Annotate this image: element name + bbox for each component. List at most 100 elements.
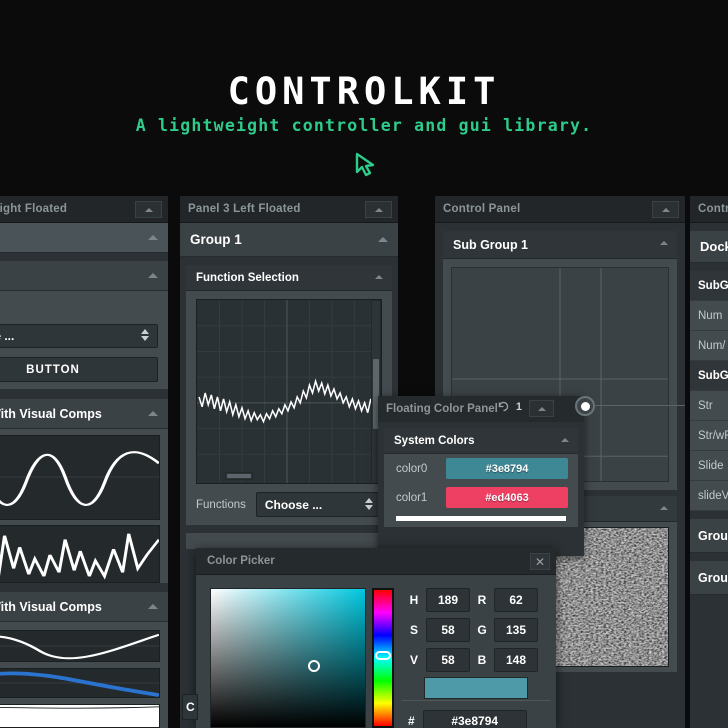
- docked-group-row[interactable]: Group: [690, 519, 728, 553]
- system-color-row: color1 #ed4063: [384, 483, 578, 512]
- hero-banner: CONTROLKIT A lightweight controller and …: [0, 0, 728, 190]
- fcp-collapse-button[interactable]: [529, 400, 554, 417]
- color-field-input-v[interactable]: 58: [426, 648, 470, 672]
- docked-group-label: Docked: [700, 239, 728, 254]
- hidden-choose-select[interactable]: C: [182, 694, 198, 720]
- spacer: [435, 223, 685, 231]
- panel3-titlebar[interactable]: Panel 3 Left Floated: [180, 196, 398, 223]
- fcp-titlebar[interactable]: Floating Color Panel 1: [378, 396, 584, 422]
- waveform-graph-blue[interactable]: [0, 668, 160, 698]
- docked-row-label: Str/wR: [698, 429, 728, 442]
- docked-group-row-label: Group: [698, 570, 728, 585]
- hue-slider-knob[interactable]: [375, 651, 391, 660]
- docked-subgroup-header[interactable]: SubG: [690, 361, 728, 391]
- panel-knob-handle[interactable]: [575, 396, 595, 416]
- panel3-title: Panel 3 Left Floated: [188, 203, 301, 215]
- hex-input[interactable]: #3e8794: [422, 710, 527, 728]
- system-color-name: color0: [396, 462, 428, 475]
- group-1-header[interactable]: Group 1: [0, 261, 168, 291]
- hue-slider[interactable]: [372, 588, 394, 728]
- panel-left-title: Panel 2 Right Floated: [0, 203, 68, 215]
- waveform-graph-noisy[interactable]: [0, 525, 160, 583]
- panel-left-toolbar[interactable]: [0, 223, 168, 253]
- visual-comps-section-1: Group With Visual Comps: [0, 399, 168, 583]
- page-title: CONTROLKIT: [227, 70, 501, 113]
- docked-row[interactable]: Str/wR: [690, 421, 728, 451]
- docked-group-row[interactable]: Group: [690, 561, 728, 595]
- spacer: [0, 583, 168, 592]
- system-color-swatch[interactable]: #3e8794: [446, 458, 568, 479]
- color-preview-swatch: [424, 677, 528, 699]
- panel-right-floated: Panel 2 Right Floated Group 1 ✓ Choose .…: [0, 196, 168, 728]
- function-graph-scrollbar-h[interactable]: [225, 472, 253, 480]
- waveform-graph-sine-fast[interactable]: [0, 435, 160, 520]
- cursor-logo-icon: [355, 152, 375, 177]
- spacer: [690, 223, 728, 231]
- divider: [402, 700, 550, 701]
- color-picker-dialog: Color Picker ✕ H 189 R 62 S 58 G 135 V 58 B 148 # #…: [196, 548, 556, 728]
- waveform-graph-white-fill[interactable]: [0, 704, 160, 728]
- panel3-group-label: Group 1: [190, 232, 242, 247]
- docked-row-label: Str: [698, 399, 713, 412]
- color-field-input-b[interactable]: 148: [494, 648, 538, 672]
- saturation-value-field[interactable]: [210, 588, 366, 728]
- waveform-graph-sine-slow[interactable]: [0, 630, 160, 662]
- docked-rows: SubG Num Num/SubG Str Str/wR Slide slideV: [690, 271, 728, 511]
- control-panel-collapse-button[interactable]: [652, 201, 679, 218]
- chevron-up-icon: [148, 235, 158, 240]
- functions-select[interactable]: Choose ...: [255, 492, 382, 517]
- docked-subgroup-header[interactable]: SubG: [690, 271, 728, 301]
- visual-comps-1-header[interactable]: Group With Visual Comps: [0, 399, 168, 429]
- action-button[interactable]: BUTTON: [0, 357, 158, 382]
- control-panel-title: Control Panel: [443, 203, 521, 215]
- docked-group-header[interactable]: Docked: [690, 231, 728, 263]
- panel-left-titlebar[interactable]: Panel 2 Right Floated: [0, 196, 168, 223]
- control-panel-titlebar[interactable]: Control Panel: [435, 196, 685, 223]
- stepper-icon: [365, 498, 373, 510]
- color-field-input-r[interactable]: 62: [494, 588, 538, 612]
- docked-panel-titlebar[interactable]: Control: [690, 196, 728, 223]
- knob-guide-line: [594, 405, 685, 406]
- panel3-group-header[interactable]: Group 1: [180, 223, 398, 257]
- docked-row[interactable]: Num: [690, 301, 728, 331]
- docked-row-label: Slide: [698, 459, 724, 472]
- hex-row: # #3e8794: [408, 710, 527, 728]
- docked-row[interactable]: Str: [690, 391, 728, 421]
- docked-row[interactable]: Num/: [690, 331, 728, 361]
- undo-icon[interactable]: [497, 400, 510, 413]
- system-color-swatch[interactable]: #ed4063: [446, 487, 568, 508]
- docked-row-label: SubG: [698, 369, 728, 382]
- choose-select[interactable]: Choose ...: [0, 324, 158, 348]
- color-field-input-g[interactable]: 135: [494, 618, 538, 642]
- system-color-row: color0 #3e8794: [384, 454, 578, 483]
- function-selection-header[interactable]: Function Selection: [186, 265, 392, 291]
- panel3-footer-strip: [186, 533, 392, 549]
- chevron-up-icon: [374, 207, 383, 212]
- chevron-up-icon: [660, 241, 668, 245]
- sub-group-1-label: Sub Group 1: [453, 237, 528, 252]
- chevron-up-icon: [561, 438, 569, 442]
- panel-left-collapse-button[interactable]: [135, 201, 162, 218]
- color-field-label: R: [477, 593, 487, 607]
- visual-comps-2-header[interactable]: Group With Visual Comps: [0, 592, 168, 622]
- fcp-counter: 1: [515, 400, 522, 413]
- close-icon[interactable]: ✕: [530, 553, 550, 570]
- docked-row[interactable]: slideV: [690, 481, 728, 511]
- visual-comps-2-label: Group With Visual Comps: [0, 599, 102, 614]
- sv-cursor-icon[interactable]: [308, 660, 320, 672]
- functions-row: Functions Choose ...: [186, 484, 392, 517]
- color-picker-titlebar[interactable]: Color Picker ✕: [196, 548, 556, 575]
- chevron-up-icon: [148, 273, 158, 278]
- docked-row[interactable]: Slide: [690, 451, 728, 481]
- color-field-label: B: [477, 653, 487, 667]
- system-colors-header[interactable]: System Colors: [384, 428, 578, 454]
- chevron-up-icon: [378, 237, 388, 242]
- value-bar[interactable]: [396, 516, 566, 521]
- chevron-up-icon: [148, 604, 158, 609]
- visual-comps-section-2: Group With Visual Comps: [0, 592, 168, 728]
- color-field-input-s[interactable]: 58: [426, 618, 470, 642]
- color-field-input-h[interactable]: 189: [426, 588, 470, 612]
- panel3-collapse-button[interactable]: [365, 201, 392, 218]
- sub-group-1-header[interactable]: Sub Group 1: [443, 231, 677, 259]
- function-signal-graph[interactable]: [196, 299, 382, 484]
